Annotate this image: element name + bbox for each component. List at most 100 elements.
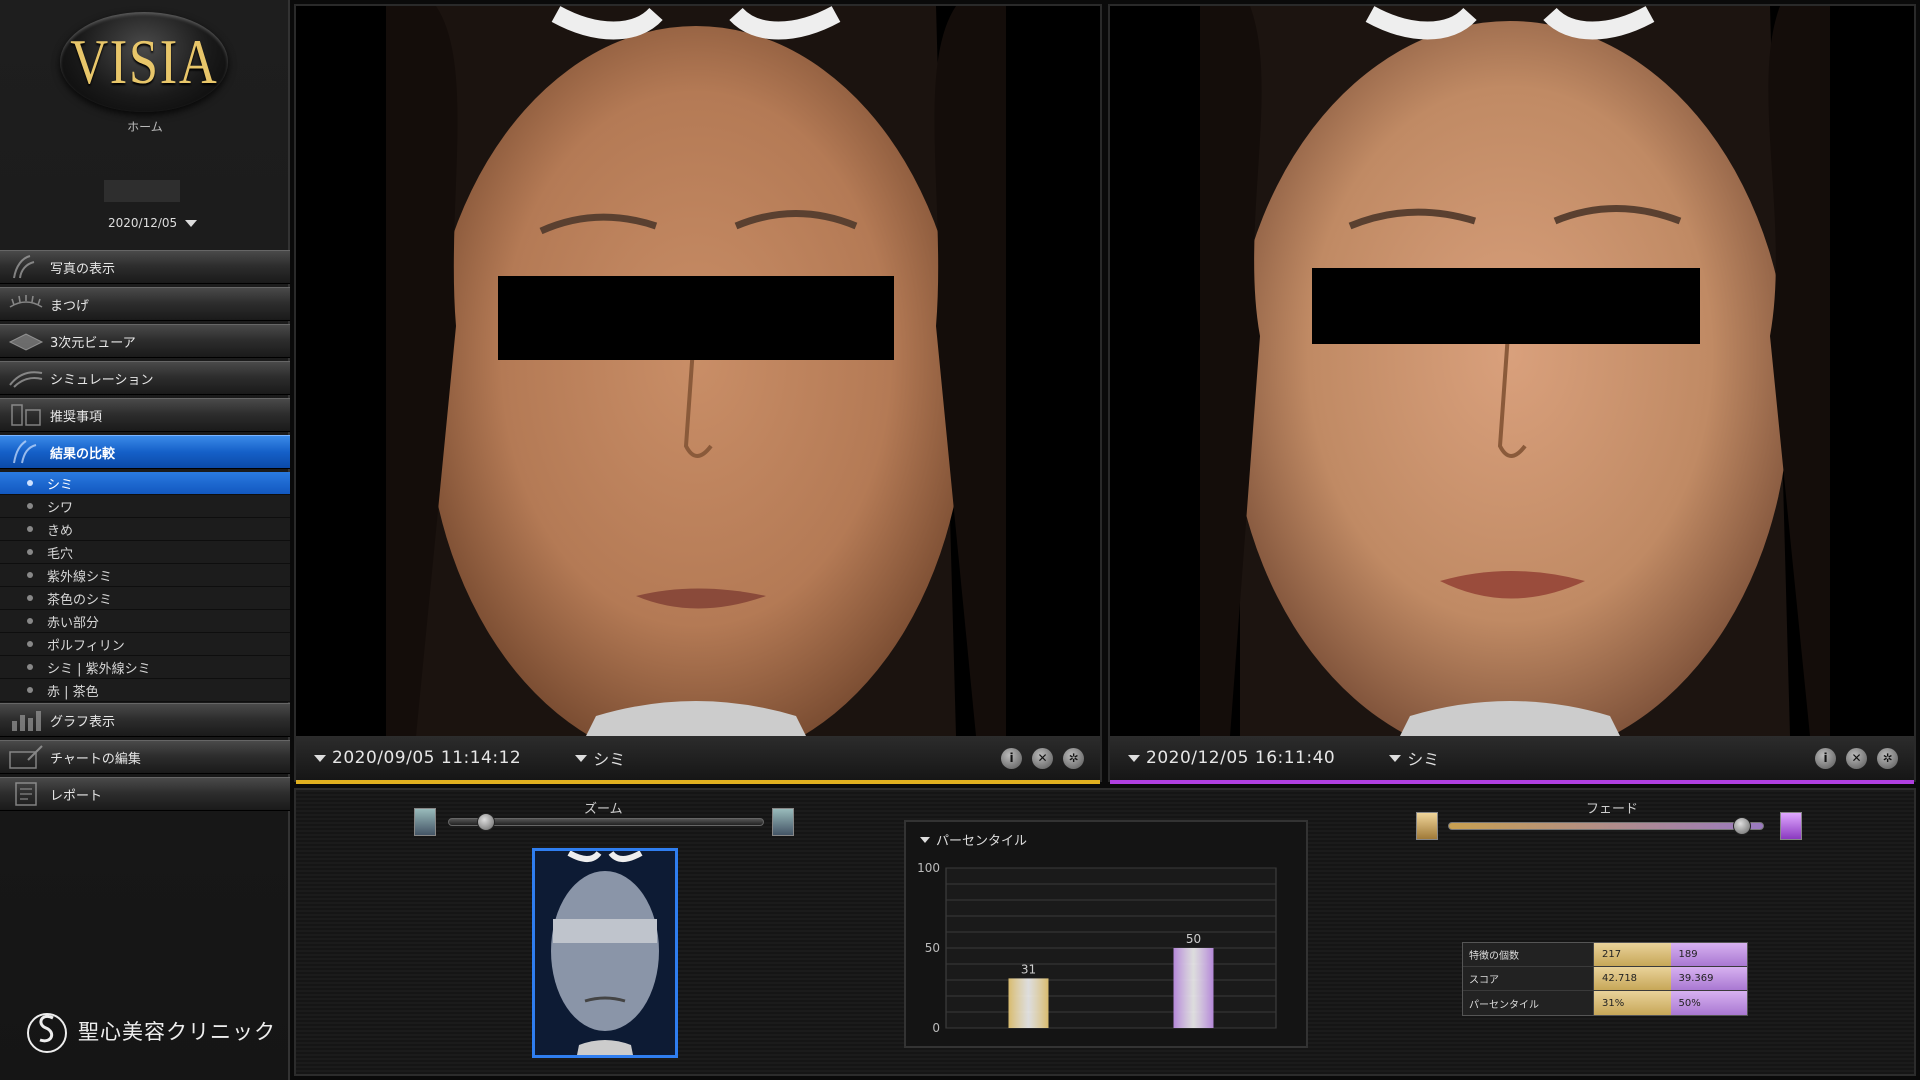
right-photo-analysis-type[interactable]: シミ [1407, 746, 1439, 770]
fade-before-swatch[interactable] [1416, 812, 1438, 840]
nav-item-simulation[interactable]: シミュレーション [0, 361, 290, 395]
visia-logo[interactable]: VISIA [60, 12, 228, 112]
photo-view-icon [13, 255, 35, 279]
left-face-photo[interactable] [296, 6, 1100, 736]
home-label[interactable]: ホーム [0, 118, 290, 135]
chevron-down-icon[interactable] [314, 754, 326, 762]
left-photo-timestamp[interactable]: 2020/09/05 11:14:12 [332, 748, 521, 768]
bullet-icon [27, 549, 33, 555]
sub-item-brown-spots[interactable]: 茶色のシミ [0, 587, 290, 610]
left-accent-line [296, 780, 1100, 784]
graph-icon [12, 711, 41, 731]
right-photo-panel: 2020/12/05 16:11:40 シミ i ✕ ✲ [1108, 4, 1916, 784]
bullet-icon [27, 618, 33, 624]
info-icon[interactable]: i [1815, 747, 1836, 769]
zoom-slider-track[interactable] [448, 818, 764, 826]
nav-item-photo-view[interactable]: 写真の表示 [0, 250, 290, 284]
nav-item-compare[interactable]: 結果の比較 [0, 435, 290, 469]
fade-after-swatch[interactable] [1780, 812, 1802, 840]
right-face-image [1110, 6, 1914, 736]
bullet-icon [27, 641, 33, 647]
session-date-select[interactable]: 2020/12/05 [108, 216, 198, 230]
zoom-out-face-icon[interactable] [414, 808, 436, 836]
sub-item-spots[interactable]: シミ [0, 472, 290, 495]
bullet-icon [27, 526, 33, 532]
settings-icon[interactable]: ✲ [1063, 747, 1084, 769]
percentile-chart: パーセンタイル 0 50 100 31 50 [904, 820, 1308, 1048]
fade-slider-track[interactable] [1448, 822, 1764, 830]
bar-value-label: 31 [1021, 962, 1036, 976]
sub-item-red-areas[interactable]: 赤い部分 [0, 610, 290, 633]
table-row: パーセンタイル 31% 50% [1463, 991, 1747, 1015]
close-icon[interactable]: ✕ [1032, 747, 1053, 769]
nav-item-graph[interactable]: グラフ表示 [0, 703, 290, 737]
left-photo-panel: 2020/09/05 11:14:12 シミ i ✕ ✲ [294, 4, 1102, 784]
chevron-down-icon[interactable] [575, 754, 588, 762]
sub-item-pores[interactable]: 毛穴 [0, 541, 290, 564]
recommendation-icon [11, 404, 41, 426]
sub-item-porphyrin[interactable]: ポルフィリン [0, 633, 290, 656]
sub-item-wrinkles[interactable]: シワ [0, 495, 290, 518]
clinic-name: 聖心美容クリニック [78, 1020, 276, 1044]
right-face-photo[interactable] [1110, 6, 1914, 736]
clinic-logo-icon [27, 1013, 67, 1053]
eye-redaction-bar [1312, 268, 1700, 344]
zoom-label: ズーム [584, 802, 623, 817]
left-face-image [296, 6, 1100, 736]
settings-icon[interactable]: ✲ [1877, 747, 1898, 769]
left-photo-toolbar: 2020/09/05 11:14:12 シミ i ✕ ✲ [296, 736, 1100, 784]
logo-text: VISIA [69, 26, 219, 97]
fade-label: フェード [1586, 802, 1639, 817]
analysis-panel: ズーム パーセンタイル 0 50 100 31 50 フェード 特徴の個数 21… [294, 788, 1916, 1076]
report-icon [15, 782, 37, 806]
nav-item-3d-viewer[interactable]: 3次元ビューア [0, 324, 290, 358]
thumbnail-face-image [535, 851, 675, 1055]
chart-edit-icon [9, 745, 43, 769]
eyelash-icon [9, 295, 43, 308]
right-photo-timestamp[interactable]: 2020/12/05 16:11:40 [1146, 748, 1335, 768]
chevron-down-icon[interactable] [1128, 754, 1140, 762]
zoom-in-eye-icon[interactable] [772, 808, 794, 836]
bar-value-label: 50 [1186, 932, 1201, 946]
bullet-icon [27, 664, 33, 670]
bullet-icon [27, 687, 33, 693]
bullet-icon [27, 595, 33, 601]
bullet-icon [27, 503, 33, 509]
y-tick-label: 50 [925, 941, 940, 955]
bar-0 [1008, 978, 1049, 1028]
nav-item-report[interactable]: レポート [0, 777, 290, 811]
left-photo-analysis-type[interactable]: シミ [593, 746, 625, 770]
nav-item-chart-edit[interactable]: チャートの編集 [0, 740, 290, 774]
bullet-icon [27, 572, 33, 578]
info-icon[interactable]: i [1001, 747, 1022, 769]
nav-item-recommendation[interactable]: 推奨事項 [0, 398, 290, 432]
right-photo-toolbar: 2020/12/05 16:11:40 シミ i ✕ ✲ [1110, 736, 1914, 784]
visia-app: VISIA ホーム 2020/12/05 写真の表示 まつげ 3次元ビューア シ… [0, 0, 1920, 1080]
thumbnail-navigator[interactable] [532, 848, 678, 1058]
clinic-brand: 聖心美容クリニック [24, 1008, 276, 1054]
sub-item-uv-spots[interactable]: 紫外線シミ [0, 564, 290, 587]
chevron-down-icon [185, 219, 198, 227]
y-tick-label: 0 [932, 1021, 940, 1035]
eye-redaction-bar [498, 276, 894, 360]
sub-item-red-brown[interactable]: 赤 | 茶色 [0, 679, 290, 702]
bullet-icon [27, 480, 33, 486]
stats-table: 特徴の個数 217 189 スコア 42.718 39.369 パーセンタイル … [1462, 942, 1748, 1016]
percentile-bar-chart: 0 50 100 31 50 [917, 861, 1277, 1035]
chevron-down-icon[interactable] [1389, 754, 1402, 762]
close-icon[interactable]: ✕ [1846, 747, 1867, 769]
zoom-slider-knob[interactable] [476, 813, 495, 831]
y-tick-label: 100 [917, 861, 940, 875]
3d-viewer-icon [8, 333, 44, 351]
bar-1 [1173, 948, 1214, 1028]
sidebar: VISIA ホーム 2020/12/05 写真の表示 まつげ 3次元ビューア シ… [0, 0, 290, 1080]
sub-item-texture[interactable]: きめ [0, 518, 290, 541]
simulation-icon [9, 371, 43, 388]
fade-slider-knob[interactable] [1732, 817, 1751, 835]
nav-item-eyelash[interactable]: まつげ [0, 287, 290, 321]
patient-name-redacted [104, 180, 180, 202]
sub-item-spots-uv[interactable]: シミ | 紫外線シミ [0, 656, 290, 679]
right-accent-line [1110, 780, 1914, 784]
session-date: 2020/12/05 [108, 216, 178, 230]
table-row: スコア 42.718 39.369 [1463, 967, 1747, 991]
